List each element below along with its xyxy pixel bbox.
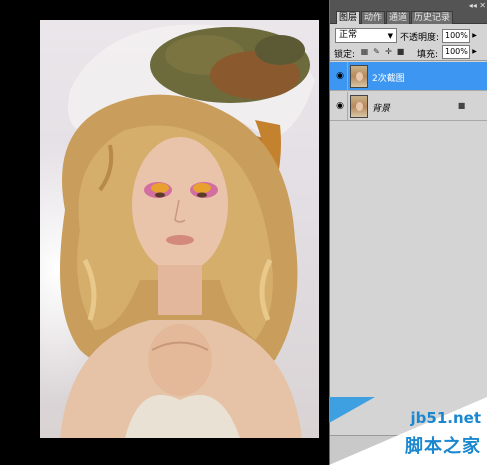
watermark-site-name: 脚本之家 — [405, 436, 481, 457]
lock-fill-row: 锁定: ▦ ✎ ✛ ■ 填充: 100% ▶ — [330, 44, 487, 61]
layer-list: ◉ 2次截图 ◉ 背景 ■ — [330, 62, 487, 432]
tab-history[interactable]: 历史记录 — [411, 11, 454, 24]
fill-slider-arrow-icon[interactable]: ▶ — [471, 45, 478, 59]
chevron-down-icon: ▼ — [387, 32, 393, 40]
eye-icon: ◉ — [336, 101, 344, 111]
fill-label: 填充: — [417, 50, 439, 60]
visibility-toggle[interactable]: ◉ — [330, 92, 348, 121]
watermark-url: jb51.net — [410, 409, 481, 427]
layer-thumbnail — [350, 65, 368, 88]
blend-mode-select[interactable]: 正常 ▼ — [335, 28, 397, 43]
layer-thumbnail — [350, 95, 368, 118]
visibility-toggle[interactable]: ◉ — [330, 62, 348, 91]
panel-tabs: 图层 动作 通道 历史记录 — [336, 11, 454, 24]
layer-name[interactable]: 2次截图 — [372, 71, 405, 84]
tab-actions[interactable]: 动作 — [361, 11, 386, 24]
opacity-slider-arrow-icon[interactable]: ▶ — [471, 29, 478, 43]
portrait-illustration — [60, 24, 315, 438]
page-fold-graphic — [329, 397, 375, 423]
padlock-icon[interactable]: ■ — [396, 47, 405, 56]
padlock-icon: ■ — [457, 101, 466, 110]
checker-lock-icon[interactable]: ▦ — [360, 47, 369, 56]
opacity-input[interactable]: 100% — [442, 29, 470, 43]
lock-label: 锁定: — [334, 50, 356, 60]
tab-channels[interactable]: 通道 — [386, 11, 411, 24]
opacity-label: 不透明度: — [400, 33, 440, 43]
portrait-image — [40, 20, 319, 438]
site-watermark: jb51.net 脚本之家 — [327, 395, 487, 465]
blend-mode-value: 正常 — [339, 30, 358, 40]
eye-icon: ◉ — [336, 71, 344, 81]
collapse-close-icon[interactable]: ◂◂ ✕ — [464, 1, 486, 11]
brush-lock-icon[interactable]: ✎ — [372, 47, 381, 56]
move-lock-icon[interactable]: ✛ — [384, 47, 393, 56]
layer-name[interactable]: 背景 — [372, 101, 390, 114]
blend-opacity-row: 正常 ▼ 不透明度: 100% ▶ — [330, 26, 487, 44]
document-canvas[interactable] — [0, 0, 329, 465]
panel-tab-bar: ◂◂ ✕ 图层 动作 通道 历史记录 — [330, 0, 487, 24]
tab-layers[interactable]: 图层 — [336, 11, 361, 24]
layer-row-background[interactable]: ◉ 背景 ■ — [330, 92, 487, 121]
fill-input[interactable]: 100% — [442, 45, 470, 59]
layer-row-screenshot[interactable]: ◉ 2次截图 — [330, 62, 487, 91]
